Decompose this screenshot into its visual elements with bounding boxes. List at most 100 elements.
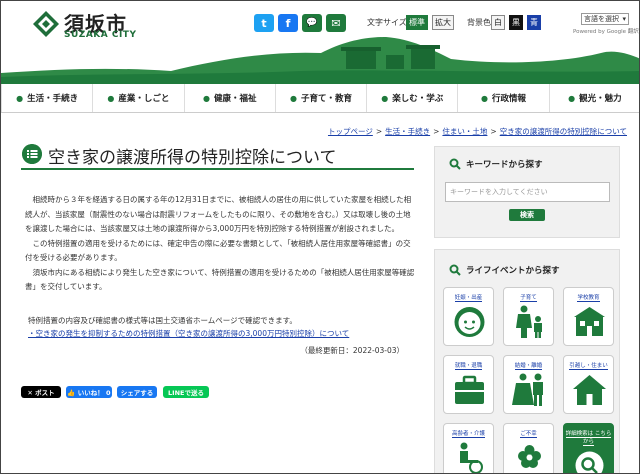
life-event-tile-employment[interactable]: 就職・退職: [443, 355, 494, 414]
tile-label: 結婚・離婚: [514, 363, 543, 370]
life-event-tile-marriage[interactable]: 結婚・離婚: [503, 355, 554, 414]
keyword-search-input[interactable]: キーワードを入力してください: [445, 182, 610, 202]
chevron-down-icon: ▾: [622, 15, 626, 23]
bg-white-button[interactable]: 白: [491, 15, 505, 30]
tile-label: ご不幸: [520, 431, 537, 438]
line-share-button[interactable]: LINEで送る: [163, 386, 209, 398]
life-event-tile-pregnancy[interactable]: 妊娠・出産: [443, 287, 494, 346]
nav-item-health[interactable]: ● 健康・福祉: [185, 84, 276, 112]
search-icon: [449, 264, 461, 276]
baby-face-icon: [454, 307, 485, 337]
life-event-title: ライフイベントから探す: [466, 266, 560, 276]
briefcase-icon: [455, 375, 484, 404]
facebook-share-button[interactable]: シェアする: [117, 386, 157, 398]
tile-label: 就職・退職: [454, 363, 483, 370]
breadcrumb-link-housing[interactable]: 住まい・土地: [442, 127, 487, 136]
font-size-label: 文字サイズ: [367, 18, 407, 27]
life-event-tile-childcare[interactable]: 子育て: [503, 287, 554, 346]
site-logo-english[interactable]: SUZAKA CITY: [64, 30, 136, 40]
site-header: 須坂市 SUZAKA CITY t f 💬 ✉ 文字サイズ 標準 拡大 背景色 …: [1, 1, 639, 83]
nav-item-tourism[interactable]: ● 観光・魅力: [550, 84, 639, 112]
nav-item-leisure[interactable]: ● 楽しむ・学ぶ: [367, 84, 459, 112]
nav-item-label: 観光・魅力: [579, 94, 622, 104]
font-standard-button[interactable]: 標準: [406, 15, 428, 30]
nav-item-label: 楽しむ・学ぶ: [392, 94, 444, 104]
tile-label: 学校教育: [577, 295, 600, 302]
paragraph-3: 須坂市内にある相続により発生した空き家について、特例措置の適用を受けるための「被…: [25, 267, 415, 292]
city-emblem-icon[interactable]: [32, 10, 60, 38]
facebook-icon[interactable]: f: [278, 14, 298, 32]
search-placeholder: キーワードを入力してください: [450, 188, 548, 196]
tile-label: 子育て: [520, 295, 537, 302]
advanced-search-tile[interactable]: 詳細検索は こちらから: [563, 423, 614, 473]
search-button[interactable]: 検索: [509, 209, 545, 221]
article-note: 特例措置の内容及び確認書の様式等は国土交通省ホームページで確認できます。 ・空き…: [28, 314, 420, 340]
nav-item-administration[interactable]: ● 行政情報: [458, 84, 550, 112]
breadcrumb: トップページ > 生活・手続き > 住まい・土地 > 空き家の譲渡所得の特別控除について: [328, 126, 627, 137]
language-select[interactable]: 言語を選択 ▾: [581, 13, 629, 25]
powered-by-google[interactable]: Powered by Google 翻訳: [573, 27, 639, 35]
paragraph-1: 相続時から３年を経過する日の属する年の12月31日までに、被相続人の居住の用に供…: [25, 195, 412, 233]
nav-bullet-icon: ●: [568, 93, 576, 103]
nav-bullet-icon: ●: [107, 93, 115, 103]
breadcrumb-link-top[interactable]: トップページ: [328, 127, 373, 136]
flower-icon: [518, 445, 541, 468]
nav-item-label: 健康・福祉: [213, 94, 257, 104]
twitter-icon[interactable]: t: [254, 14, 274, 32]
breadcrumb-separator: >: [490, 127, 497, 136]
nav-bullet-icon: ●: [289, 93, 297, 103]
keyword-search-title: キーワードから探す: [466, 160, 543, 170]
paragraph-2: この特例措置の適用を受けるためには、確定申告の際に必要な書類として、「被相続人居…: [25, 238, 411, 263]
breadcrumb-separator: >: [375, 127, 383, 136]
breadcrumb-separator: >: [433, 127, 440, 136]
life-event-tile-bereavement[interactable]: ご不幸: [503, 423, 554, 473]
bg-blue-button[interactable]: 青: [527, 15, 541, 30]
tile-label: 詳細検索は こちらから: [565, 431, 612, 446]
life-event-tile-elderly[interactable]: 高齢者・介護: [443, 423, 494, 473]
tile-label: 妊娠・出産: [454, 295, 483, 302]
tile-label: 高齢者・介護: [451, 431, 485, 438]
nav-item-label: 生活・手続き: [27, 94, 79, 104]
life-event-tile-moving[interactable]: 引越し・住まい: [563, 355, 614, 414]
school-icon: [574, 307, 605, 336]
nav-bullet-icon: ●: [16, 93, 24, 103]
wedding-couple-icon: [512, 373, 543, 406]
house-icon: [573, 375, 606, 405]
nav-item-childcare[interactable]: ● 子育て・教育: [276, 84, 368, 112]
nav-item-life[interactable]: ● 生活・手続き: [1, 84, 94, 112]
nav-bullet-icon: ●: [381, 93, 389, 103]
parent-child-icon: [516, 305, 542, 338]
elderly-icon: [460, 442, 483, 473]
language-select-value: 言語を選択: [584, 15, 619, 23]
article-body: 相続時から３年を経過する日の属する年の12月31日までに、被相続人の居住の用に供…: [25, 193, 417, 295]
line-chat-icon[interactable]: 💬: [302, 14, 322, 32]
bg-black-button[interactable]: 黒: [509, 15, 523, 30]
nav-bullet-icon: ●: [202, 93, 210, 103]
x-post-button[interactable]: ✕ ポスト: [21, 386, 61, 398]
facebook-like-button[interactable]: 👍 いいね！ 0: [66, 386, 112, 398]
keyword-search-heading: キーワードから探す: [449, 158, 543, 170]
list-icon: [22, 144, 42, 164]
nav-item-industry[interactable]: ● 産業・しごと: [93, 84, 185, 112]
nav-item-label: 行政情報: [492, 94, 527, 104]
life-event-tile-school[interactable]: 学校教育: [563, 287, 614, 346]
mail-icon[interactable]: ✉: [326, 14, 346, 32]
life-event-heading: ライフイベントから探す: [449, 264, 560, 276]
search-icon: [449, 158, 461, 170]
last-updated: （最終更新日：2022-03-03）: [300, 346, 404, 355]
page-title: 空き家の譲渡所得の特別控除について: [48, 148, 337, 168]
mlit-special-measure-link[interactable]: ・空き家の発生を抑制するための特例措置（空き家の譲渡所得の3,000万円特別控除…: [28, 329, 349, 338]
bg-color-label: 背景色: [467, 18, 491, 27]
magnifier-icon: [575, 451, 604, 473]
tile-label: 引越し・住まい: [569, 363, 608, 370]
page-frame: 須坂市 SUZAKA CITY t f 💬 ✉ 文字サイズ 標準 拡大 背景色 …: [0, 0, 640, 474]
nav-item-label: 子育て・教育: [300, 94, 352, 104]
nav-bullet-icon: ●: [481, 93, 489, 103]
breadcrumb-link-life[interactable]: 生活・手続き: [385, 127, 430, 136]
global-nav: ● 生活・手続き ● 産業・しごと ● 健康・福祉 ● 子育て・教育 ● 楽しむ・学ぶ ●…: [1, 81, 639, 113]
note-text: 特例措置の内容及び確認書の様式等は国土交通省ホームページで確認できます。: [28, 316, 297, 325]
font-large-button[interactable]: 拡大: [432, 15, 454, 30]
breadcrumb-link-current[interactable]: 空き家の譲渡所得の特別控除について: [500, 127, 627, 136]
title-divider: [21, 168, 414, 170]
nav-item-label: 産業・しごと: [118, 94, 170, 104]
